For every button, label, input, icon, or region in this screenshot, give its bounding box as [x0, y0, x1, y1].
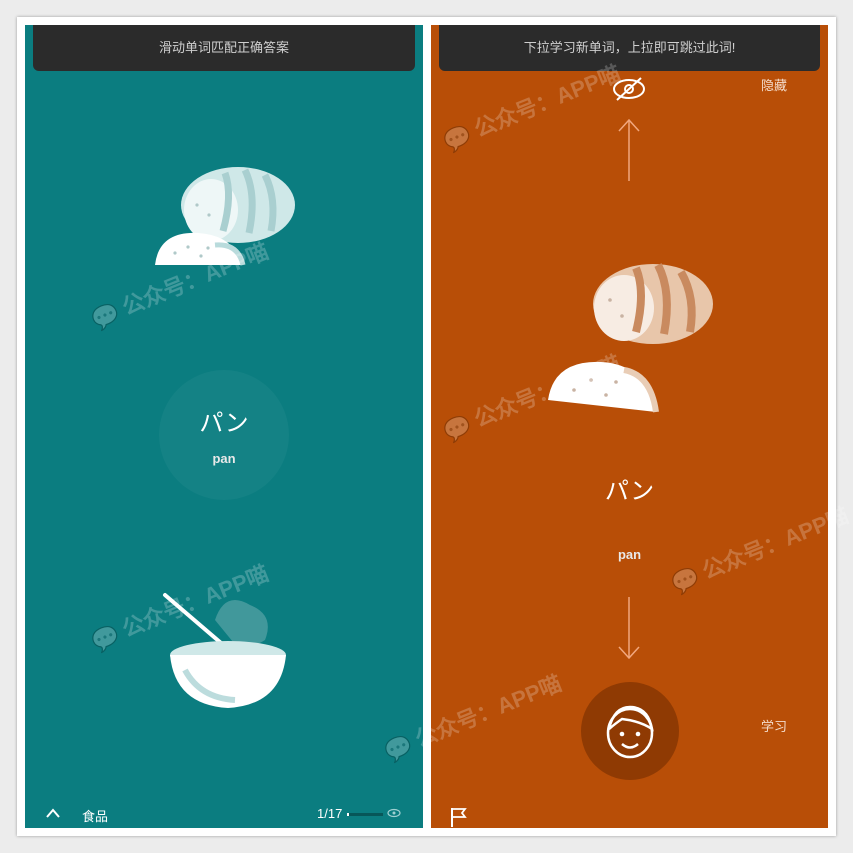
left-hint-bar: 滑动单词匹配正确答案 — [33, 25, 415, 71]
learn-label[interactable]: 学习 — [761, 716, 787, 735]
right-screen: 下拉学习新单词，上拉即可跳过此词! 隐藏 パン pan 学习 — [431, 25, 828, 828]
left-bottom-bar: 食品 1/17 — [25, 798, 423, 828]
arrow-up-icon — [618, 118, 640, 181]
bread-icon — [548, 263, 713, 413]
word-romaji: pan — [617, 547, 642, 562]
category-label[interactable]: 食品 — [82, 806, 108, 825]
progress-text: 1/17 — [317, 806, 343, 821]
left-screen: 滑动单词匹配正确答案 パン pan 食品 1/17 — [25, 25, 423, 828]
hide-label[interactable]: 隐藏 — [761, 75, 787, 94]
eye-slash-icon[interactable] — [611, 75, 647, 103]
progress-track — [347, 813, 383, 816]
word-romaji: pan — [212, 451, 236, 466]
face-icon — [606, 705, 654, 759]
bowl-icon — [163, 593, 286, 708]
arrow-down-icon — [618, 597, 640, 660]
eye-icon[interactable] — [387, 808, 401, 818]
right-hint-bar: 下拉学习新单词，上拉即可跳过此词! — [439, 25, 820, 71]
word-japanese: パン — [604, 477, 655, 505]
word-japanese: パン — [199, 409, 249, 437]
flag-icon[interactable] — [449, 807, 467, 827]
chevron-up-icon[interactable] — [45, 808, 61, 818]
progress-fill — [347, 813, 350, 816]
bread-icon — [155, 167, 295, 266]
learn-button[interactable] — [581, 682, 679, 780]
